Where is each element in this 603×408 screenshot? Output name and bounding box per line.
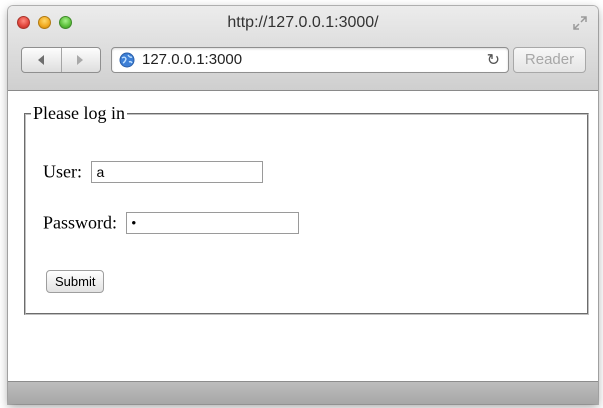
password-input[interactable]: • xyxy=(125,211,299,234)
back-forward-buttons xyxy=(21,47,101,73)
title-bar: http://127.0.0.1:3000/ 127.0.0.1:3000 ↻ … xyxy=(8,6,598,91)
address-bar[interactable]: 127.0.0.1:3000 ↻ xyxy=(111,47,509,73)
reader-button[interactable]: Reader xyxy=(513,47,586,73)
back-button[interactable] xyxy=(22,48,62,72)
user-row: User: a xyxy=(43,160,263,183)
forward-button[interactable] xyxy=(61,48,100,72)
password-row: Password: • xyxy=(43,211,299,234)
status-bar xyxy=(8,381,598,404)
user-label: User: xyxy=(43,161,82,182)
window-title: http://127.0.0.1:3000/ xyxy=(227,14,379,31)
back-arrow-icon xyxy=(38,55,44,65)
forward-arrow-icon xyxy=(77,55,83,65)
page-content: Please log in User: a Password: • Submit xyxy=(8,91,598,381)
globe-icon xyxy=(119,52,135,68)
reload-icon[interactable]: ↻ xyxy=(487,50,500,69)
password-label: Password: xyxy=(43,212,118,233)
fullscreen-icon[interactable] xyxy=(572,15,588,31)
submit-button[interactable]: Submit xyxy=(46,270,105,293)
user-input[interactable]: a xyxy=(90,160,263,183)
login-fieldset: Please log in User: a Password: • Submit xyxy=(24,103,589,315)
login-legend: Please log in xyxy=(33,103,125,123)
url-text: 127.0.0.1:3000 xyxy=(142,51,243,68)
browser-window: http://127.0.0.1:3000/ 127.0.0.1:3000 ↻ … xyxy=(8,6,598,404)
